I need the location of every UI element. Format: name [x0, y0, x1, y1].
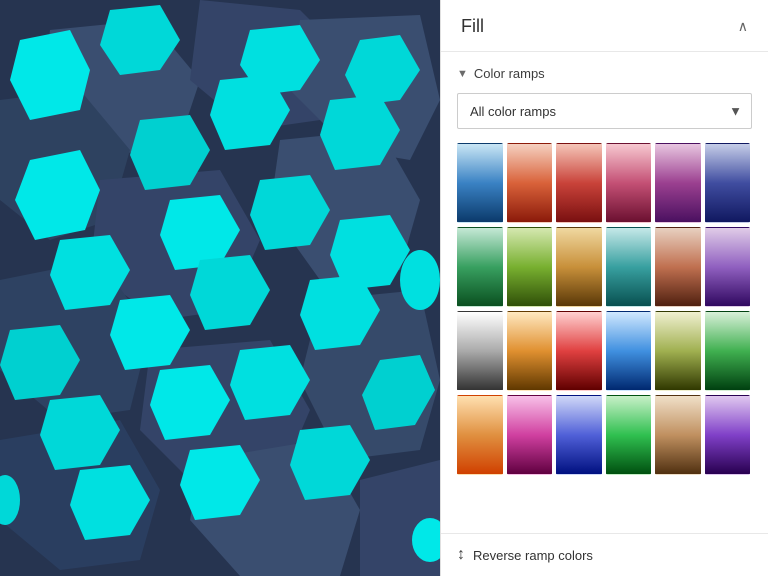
- panel-header: Fill ∧: [441, 0, 768, 52]
- color-ramp-item[interactable]: [457, 227, 503, 307]
- color-ramp-item[interactable]: [457, 143, 503, 223]
- color-ramp-item[interactable]: [655, 395, 701, 475]
- color-ramp-item[interactable]: [507, 227, 553, 307]
- color-ramp-item[interactable]: [705, 143, 751, 223]
- color-ramp-item[interactable]: [457, 395, 503, 475]
- color-ramp-item[interactable]: [556, 143, 602, 223]
- color-ramp-item[interactable]: [556, 311, 602, 391]
- reverse-icon: ↕: [457, 546, 465, 564]
- color-ramp-item[interactable]: [606, 143, 652, 223]
- color-ramp-item[interactable]: [606, 311, 652, 391]
- panel-title: Fill: [461, 16, 484, 37]
- section-header: ▼ Color ramps: [457, 66, 752, 81]
- reverse-label: Reverse ramp colors: [473, 548, 593, 563]
- color-ramp-item[interactable]: [655, 143, 701, 223]
- color-ramp-item[interactable]: [507, 143, 553, 223]
- color-ramp-item[interactable]: [457, 311, 503, 391]
- color-ramp-item[interactable]: [556, 395, 602, 475]
- color-ramp-item[interactable]: [655, 311, 701, 391]
- map-canvas: [0, 0, 440, 576]
- panel-body: ▼ Color ramps All color rampsSequentialD…: [441, 52, 768, 533]
- map-area: [0, 0, 440, 576]
- color-ramp-item[interactable]: [556, 227, 602, 307]
- color-ramp-item[interactable]: [705, 311, 751, 391]
- section-title: Color ramps: [474, 66, 545, 81]
- color-ramps-grid: [457, 143, 752, 475]
- color-ramp-item[interactable]: [655, 227, 701, 307]
- color-ramps-dropdown[interactable]: All color rampsSequentialDivergingCyclic: [457, 93, 752, 129]
- fill-panel: Fill ∧ ▼ Color ramps All color rampsSequ…: [440, 0, 768, 576]
- color-ramp-item[interactable]: [705, 227, 751, 307]
- collapse-icon[interactable]: ∧: [738, 18, 748, 35]
- color-ramp-item[interactable]: [606, 227, 652, 307]
- color-ramp-item[interactable]: [705, 395, 751, 475]
- section-arrow[interactable]: ▼: [457, 68, 468, 80]
- panel-footer[interactable]: ↕ Reverse ramp colors: [441, 533, 768, 576]
- color-ramp-item[interactable]: [507, 395, 553, 475]
- color-ramps-dropdown-container: All color rampsSequentialDivergingCyclic…: [457, 93, 752, 129]
- color-ramp-item[interactable]: [507, 311, 553, 391]
- color-ramp-item[interactable]: [606, 395, 652, 475]
